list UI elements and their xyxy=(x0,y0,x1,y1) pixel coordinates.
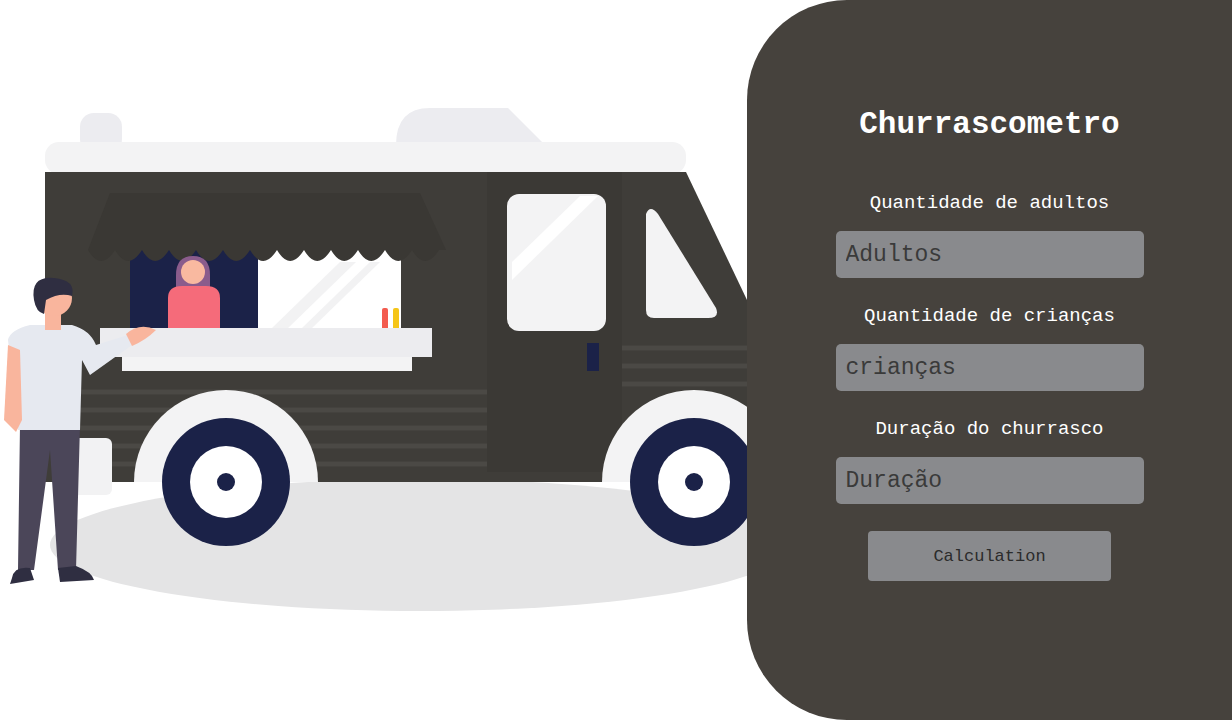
illustration xyxy=(0,0,747,720)
page: ChurrascometroQuantidade de adultosQuant… xyxy=(0,0,1232,720)
field-label: Quantidade de adultos xyxy=(870,191,1109,215)
text-input[interactable] xyxy=(836,457,1144,504)
text-input[interactable] xyxy=(836,344,1144,391)
form: Quantidade de adultos Quantidade de crian… xyxy=(836,191,1144,504)
calculator-panel: ChurrascometroQuantidade de adultosQuant… xyxy=(747,0,1232,720)
form-field: Duração do churrasco xyxy=(836,417,1144,504)
title: Churrascometro xyxy=(859,107,1119,143)
field-label: Quantidade de crianças xyxy=(864,304,1115,328)
food-truck-icon xyxy=(0,0,747,720)
field-label: Duração do churrasco xyxy=(875,417,1103,441)
calculate-button[interactable]: Calculation xyxy=(868,531,1111,581)
text-input[interactable] xyxy=(836,231,1144,278)
form-field: Quantidade de crianças xyxy=(836,304,1144,391)
form-field: Quantidade de adultos xyxy=(836,191,1144,278)
